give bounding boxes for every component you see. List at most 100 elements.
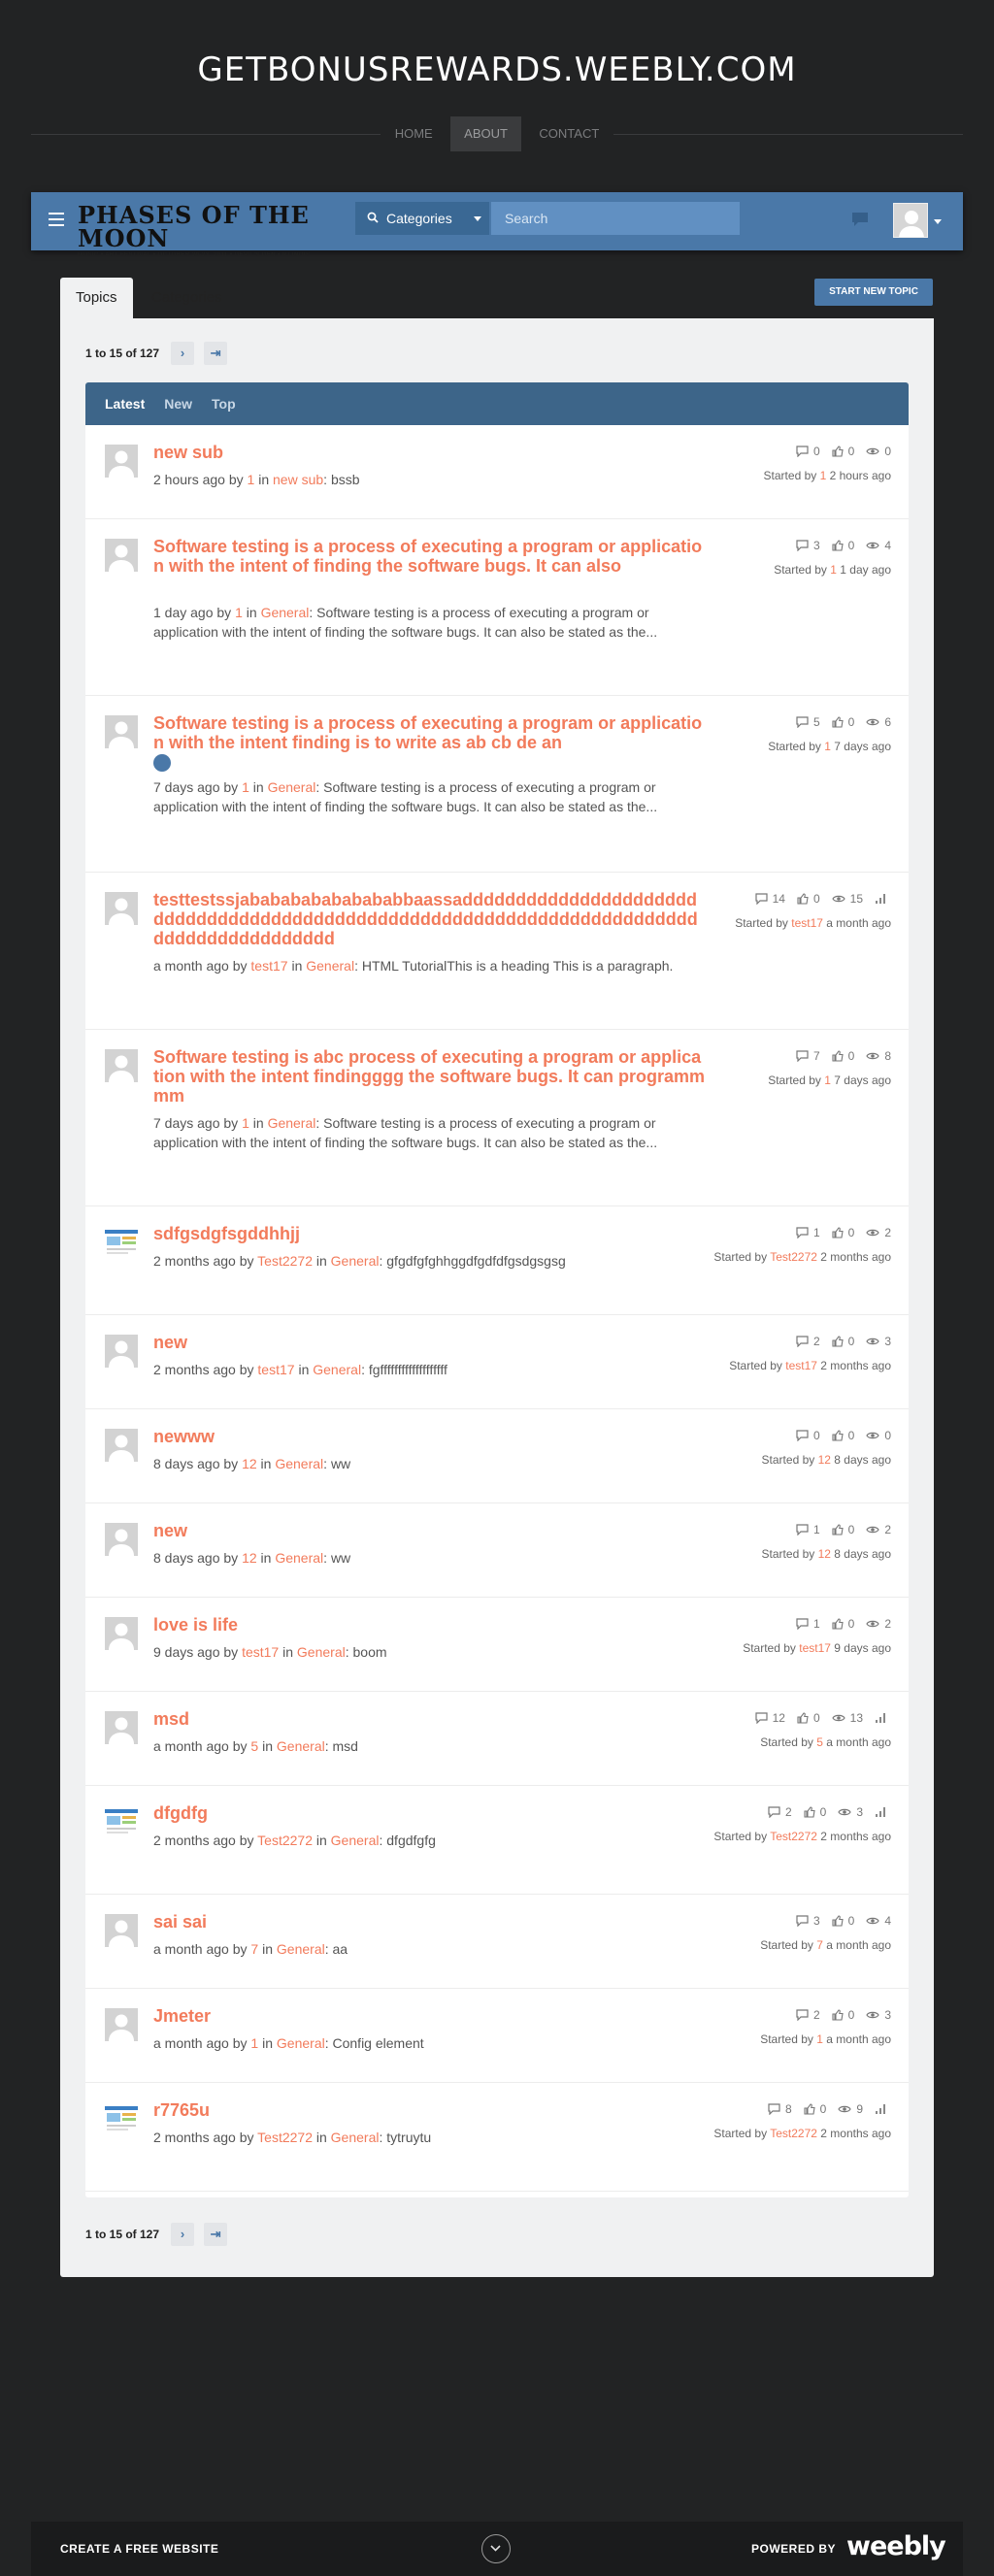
topic-title[interactable]: sdfgsdgfsgddhhjj (153, 1224, 707, 1243)
topic-author-link[interactable]: test17 (257, 1362, 294, 1377)
started-user-link[interactable]: test17 (799, 1641, 831, 1655)
topic-row[interactable]: Jmeter a month ago by 1 in General: Confi… (85, 1989, 909, 2083)
topic-author-link[interactable]: 1 (235, 605, 243, 620)
forum-logo[interactable]: PHASES OF THE MOON MUSIC • ART FESTIVAL … (78, 204, 330, 259)
topic-title[interactable]: dfgdfg (153, 1803, 707, 1823)
topic-title[interactable]: Software testing is a process of executi… (153, 537, 707, 576)
started-user-link[interactable]: 12 (818, 1547, 831, 1561)
list-tab-new[interactable]: New (164, 396, 192, 412)
weebly-logo[interactable]: weebly (846, 2531, 946, 2561)
topic-avatar[interactable] (105, 715, 138, 748)
topic-avatar[interactable] (105, 1617, 138, 1650)
started-user-link[interactable]: 7 (816, 1938, 823, 1952)
topic-author-link[interactable]: 1 (248, 472, 255, 487)
topic-author-link[interactable]: Test2272 (257, 1833, 313, 1848)
started-user-link[interactable]: Test2272 (770, 2127, 817, 2140)
started-user-link[interactable]: 5 (816, 1735, 823, 1749)
tab-topics[interactable]: Topics (60, 278, 133, 318)
bar-chart-icon[interactable] (875, 1806, 891, 1818)
started-user-link[interactable]: 12 (818, 1453, 831, 1467)
topic-row[interactable]: new 2 months ago by test17 in General: fg… (85, 1315, 909, 1409)
started-user-link[interactable]: 1 (820, 469, 827, 482)
next-page-button[interactable]: › (171, 2223, 195, 2246)
topic-title[interactable]: love is life (153, 1615, 707, 1635)
topic-row[interactable]: r7765u 2 months ago by Test2272 in Genera… (85, 2083, 909, 2192)
site-title[interactable]: GETBONUSREWARDS.WEEBLY.COM (0, 50, 994, 89)
topic-category-link[interactable]: General (275, 1456, 323, 1471)
topic-title[interactable]: new (153, 1521, 707, 1540)
start-new-topic-button[interactable]: START NEW TOPIC (814, 279, 933, 306)
topic-row[interactable]: sai sai a month ago by 7 in General: aa 3 0… (85, 1895, 909, 1989)
topic-title[interactable]: testtestssjababababababababbaassaddddddd… (153, 890, 707, 948)
topic-author-link[interactable]: 1 (242, 1115, 249, 1131)
topic-row[interactable]: dfgdfg 2 months ago by Test2272 in Genera… (85, 1786, 909, 1895)
topic-row[interactable]: Software testing is a process of executi… (85, 696, 909, 873)
topic-avatar[interactable] (105, 1049, 138, 1082)
topic-title[interactable]: Jmeter (153, 2006, 707, 2026)
started-user-link[interactable]: Test2272 (770, 1830, 817, 1843)
menu-icon[interactable] (49, 213, 64, 226)
topic-category-link[interactable]: General (331, 1253, 380, 1269)
chat-icon[interactable] (851, 212, 869, 227)
topic-row[interactable]: new 8 days ago by 12 in General: ww 1 0 2 Sta… (85, 1503, 909, 1598)
chevron-down-icon[interactable] (481, 2534, 511, 2563)
topic-author-link[interactable]: 1 (242, 779, 249, 795)
topic-avatar[interactable] (105, 892, 138, 925)
list-tab-top[interactable]: Top (212, 396, 236, 412)
topic-title[interactable]: Software testing is abc process of execu… (153, 1047, 707, 1106)
topic-author-link[interactable]: 12 (242, 1550, 257, 1566)
bar-chart-icon[interactable] (875, 1712, 891, 1724)
topic-title[interactable]: new sub (153, 443, 707, 462)
topic-category-link[interactable]: General (306, 958, 354, 974)
topic-avatar[interactable] (105, 1805, 138, 1838)
topic-category-link[interactable]: General (313, 1362, 361, 1377)
topic-category-link[interactable]: General (261, 605, 310, 620)
topic-author-link[interactable]: test17 (250, 958, 287, 974)
topic-avatar[interactable] (105, 539, 138, 572)
nav-home[interactable]: HOME (381, 116, 447, 151)
topic-title[interactable]: sai sai (153, 1912, 707, 1932)
topic-avatar[interactable] (105, 2008, 138, 2041)
topic-category-link[interactable]: General (268, 1115, 316, 1131)
topic-category-link[interactable]: General (277, 1941, 325, 1957)
topic-row[interactable]: love is life 9 days ago by test17 in Gene… (85, 1598, 909, 1692)
nav-contact[interactable]: CONTACT (525, 116, 613, 151)
bar-chart-icon[interactable] (875, 893, 891, 905)
topic-avatar[interactable] (105, 1226, 138, 1259)
topic-title[interactable]: msd (153, 1709, 707, 1729)
topic-avatar[interactable] (105, 2102, 138, 2135)
topic-avatar[interactable] (105, 1914, 138, 1947)
topic-row[interactable]: Software testing is abc process of execu… (85, 1030, 909, 1206)
topic-author-link[interactable]: 5 (250, 1738, 258, 1754)
topic-avatar[interactable] (105, 1523, 138, 1556)
topic-category-link[interactable]: General (297, 1644, 346, 1660)
started-user-link[interactable]: Test2272 (770, 1250, 817, 1264)
search-input[interactable] (491, 202, 740, 235)
started-user-link[interactable]: test17 (791, 916, 823, 930)
topic-author-link[interactable]: Test2272 (257, 2130, 313, 2145)
topic-title[interactable]: newww (153, 1427, 707, 1446)
topic-row[interactable]: new sub 2 hours ago by 1 in new sub: bssb… (85, 425, 909, 519)
user-badge-icon[interactable] (153, 754, 171, 772)
chevron-down-icon[interactable] (934, 219, 942, 224)
topic-title[interactable]: Software testing is a process of executi… (153, 713, 707, 752)
topic-author-link[interactable]: test17 (242, 1644, 279, 1660)
bar-chart-icon[interactable] (875, 2103, 891, 2115)
topic-avatar[interactable] (105, 1429, 138, 1462)
last-page-button[interactable]: ⇥ (204, 342, 228, 365)
started-user-link[interactable]: 1 (824, 740, 831, 753)
started-user-link[interactable]: 1 (830, 563, 837, 577)
topic-category-link[interactable]: General (331, 2130, 380, 2145)
topic-row[interactable]: msd a month ago by 5 in General: msd 12 0 13… (85, 1692, 909, 1786)
topic-category-link[interactable]: General (277, 2035, 325, 2051)
started-user-link[interactable]: test17 (785, 1359, 817, 1372)
topic-avatar[interactable] (105, 445, 138, 478)
topic-category-link[interactable]: General (268, 779, 316, 795)
nav-about[interactable]: ABOUT (450, 116, 521, 151)
create-website-link[interactable]: CREATE A FREE WEBSITE (60, 2542, 218, 2556)
topic-row[interactable]: Software testing is a process of executi… (85, 519, 909, 696)
topic-row[interactable]: sdfgsdgfsgddhhjj 2 months ago by Test2272… (85, 1206, 909, 1315)
topic-author-link[interactable]: 1 (250, 2035, 258, 2051)
topic-category-link[interactable]: General (331, 1833, 380, 1848)
topic-row[interactable]: testtestssjababababababababbaassaddddddd… (85, 873, 909, 1030)
